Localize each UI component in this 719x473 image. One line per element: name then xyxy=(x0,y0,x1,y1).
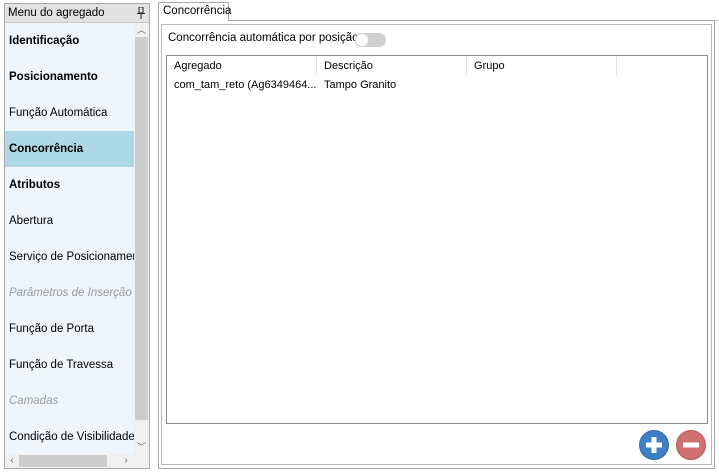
scroll-thumb[interactable] xyxy=(135,37,148,420)
menu-item[interactable]: Serviço de Posicionamento xyxy=(5,239,134,275)
menu-item: Parâmetros de Inserção xyxy=(9,287,132,299)
pin-icon[interactable] xyxy=(137,7,145,19)
cell-agregado: com_tam_reto (Ag6349464... xyxy=(174,79,317,91)
auto-concurrency-toggle[interactable] xyxy=(355,33,386,47)
menu-item[interactable]: Abertura xyxy=(5,203,134,239)
menu-item[interactable]: Identificação xyxy=(5,23,134,59)
menu-vertical-scrollbar[interactable]: ︿ ﹀ xyxy=(134,23,149,454)
menu-horizontal-scrollbar[interactable]: ‹ › xyxy=(5,454,134,468)
tab-concorrencia[interactable]: Concorrência xyxy=(158,2,231,21)
menu-item[interactable]: Concorrência xyxy=(5,131,134,167)
table-row[interactable]: com_tam_reto (Ag6349464... Tampo Granito xyxy=(167,76,707,94)
menu-list: Identificação Posicionamento Função Automá… xyxy=(5,23,134,454)
menu-item[interactable]: Condição de Visibilidade xyxy=(5,419,134,454)
concurrency-grid: Agregado Descrição Grupo com_tam_reto (A… xyxy=(166,55,708,424)
minus-icon xyxy=(683,442,699,448)
menu-item[interactable]: Função de Travessa xyxy=(5,347,134,383)
menu-item[interactable]: Função de Porta xyxy=(5,311,134,347)
menu-header: Menu do agregado xyxy=(5,4,149,23)
menu-title: Menu do agregado xyxy=(8,7,105,19)
menu-item[interactable]: Função Automática xyxy=(5,95,134,131)
column-header-grupo[interactable]: Grupo xyxy=(467,56,617,76)
scroll-right-icon[interactable]: › xyxy=(119,454,133,468)
content-frame: Concorrência automática por posição Agre… xyxy=(158,20,715,469)
column-header-descricao[interactable]: Descrição xyxy=(317,56,467,76)
add-button[interactable] xyxy=(639,430,669,460)
scroll-left-icon[interactable]: ‹ xyxy=(5,454,19,468)
menu-item: Camadas xyxy=(9,395,59,407)
concurrency-panel: Concorrência automática por posição Agre… xyxy=(161,24,712,465)
cell-grupo xyxy=(467,76,617,94)
plus-icon xyxy=(646,437,662,453)
menu-item[interactable]: Atributos xyxy=(5,167,134,203)
column-header-agregado[interactable]: Agregado xyxy=(167,56,317,76)
auto-concurrency-label: Concorrência automática por posição xyxy=(168,32,359,44)
grid-header: Agregado Descrição Grupo xyxy=(167,56,707,76)
cell-descricao: Tampo Granito xyxy=(324,79,397,91)
scroll-down-icon[interactable]: ﹀ xyxy=(134,440,149,454)
aggregate-menu-panel: Menu do agregado Identificação Posicionam… xyxy=(4,3,150,469)
scrollbar-corner xyxy=(134,454,149,468)
menu-item[interactable]: Posicionamento xyxy=(5,59,134,95)
toggle-knob xyxy=(356,34,368,46)
remove-button[interactable] xyxy=(676,430,706,460)
hscroll-thumb[interactable] xyxy=(19,455,107,467)
scroll-up-icon[interactable]: ︿ xyxy=(134,23,149,37)
